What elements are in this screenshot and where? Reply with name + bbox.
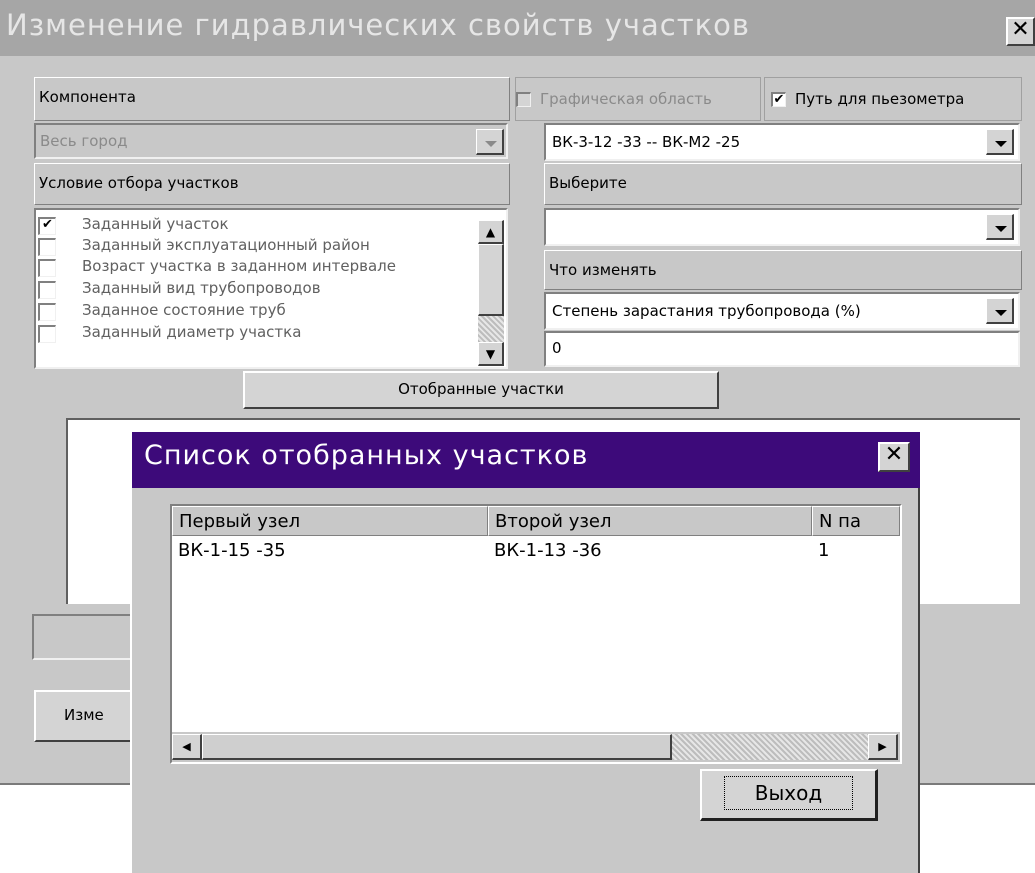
scroll-down-button[interactable]: ▼ (478, 342, 504, 366)
selected-sections-dialog: Список отобранных участков ✕ Первый узел… (130, 432, 920, 873)
dialog-close-button[interactable]: ✕ (878, 442, 910, 472)
main-close-button[interactable]: ✕ (1006, 17, 1035, 46)
graphic-area-checkbox[interactable] (516, 92, 531, 107)
graphic-area-label: Графическая область (540, 90, 712, 108)
condition-label: Заданный диаметр участка (82, 323, 302, 341)
what-to-change-select[interactable]: Степень зарастания трубопровода (%) (544, 292, 1020, 330)
condition-label: Возраст участка в заданном интервале (82, 257, 396, 275)
component-label: Компонента (34, 77, 510, 121)
sections-list[interactable]: Первый узел Второй узел N па ВК-1-15 -35… (170, 504, 902, 764)
what-to-change-label: Что изменять (544, 250, 1022, 290)
conditions-list[interactable]: ✔ Заданный участок Заданный эксплуатацио… (34, 208, 508, 369)
status-field (32, 614, 142, 660)
choose-dropdown-button[interactable] (986, 214, 1014, 240)
condition-checkbox[interactable] (38, 303, 56, 321)
path-select[interactable]: ВК-3-12 -33 -- ВК-М2 -25 (544, 123, 1020, 161)
condition-item[interactable]: Возраст участка в заданном интервале (38, 256, 478, 277)
conditions-scrollbar[interactable]: ▲ ▼ (478, 220, 504, 366)
selected-sections-button[interactable]: Отобранные участки (243, 371, 719, 409)
condition-checkbox[interactable]: ✔ (38, 217, 56, 235)
condition-item[interactable]: Заданное состояние труб (38, 300, 478, 321)
dialog-title: Список отобранных участков (144, 440, 589, 471)
scroll-up-button[interactable]: ▲ (478, 220, 504, 244)
component-select-value: Весь город (40, 132, 128, 150)
cell-first-node: ВК-1-15 -35 (178, 540, 286, 561)
condition-checkbox[interactable] (38, 325, 56, 343)
path-dropdown-button[interactable] (986, 129, 1014, 155)
condition-label: Заданный вид трубопроводов (82, 279, 321, 297)
arrow-up-icon: ▲ (485, 225, 496, 239)
path-select-value: ВК-3-12 -33 -- ВК-М2 -25 (552, 133, 741, 151)
graphic-area-option[interactable]: Графическая область (515, 77, 761, 121)
close-icon: ✕ (1011, 17, 1030, 42)
condition-item[interactable]: Заданный вид трубопроводов (38, 278, 478, 299)
cell-second-node: ВК-1-13 -36 (494, 540, 602, 561)
value-input[interactable]: 0 (544, 331, 1020, 367)
condition-label: Заданный участок (82, 215, 229, 233)
conditions-list-content: ✔ Заданный участок Заданный эксплуатацио… (38, 214, 478, 364)
condition-label: Заданный эксплуатационный район (82, 236, 370, 254)
close-icon: ✕ (884, 442, 904, 467)
main-window-title: Изменение гидравлических свойств участко… (6, 8, 750, 42)
choose-label: Выберите (544, 163, 1022, 205)
change-button[interactable]: Изме (34, 690, 144, 742)
selection-condition-label: Условие отбора участков (34, 163, 510, 205)
arrow-right-icon: ▶ (878, 740, 887, 753)
condition-item[interactable]: ✔ Заданный участок (38, 214, 478, 235)
value-input-text: 0 (552, 339, 562, 357)
scroll-track[interactable] (672, 734, 868, 760)
condition-label: Заданное состояние труб (82, 301, 286, 319)
dialog-titlebar[interactable]: Список отобранных участков ✕ (132, 432, 920, 488)
horizontal-scrollbar[interactable]: ◀ ▶ (172, 732, 900, 762)
scroll-thumb[interactable] (202, 734, 672, 760)
component-select[interactable]: Весь город (34, 123, 508, 159)
scroll-thumb[interactable] (478, 244, 504, 316)
piezometer-path-label: Путь для пьезометра (795, 90, 965, 108)
what-to-change-value: Степень зарастания трубопровода (%) (552, 302, 861, 320)
condition-checkbox[interactable] (38, 238, 56, 256)
arrow-down-icon: ▼ (485, 347, 496, 361)
component-dropdown-button[interactable] (476, 129, 504, 155)
exit-button[interactable]: Выход (700, 769, 878, 821)
choose-select[interactable] (544, 208, 1020, 246)
condition-item[interactable]: Заданный диаметр участка (38, 322, 478, 343)
condition-item[interactable]: Заданный эксплуатационный район (38, 235, 478, 256)
table-row[interactable]: ВК-1-15 -35 ВК-1-13 -36 1 (172, 506, 900, 566)
condition-checkbox[interactable] (38, 259, 56, 277)
scroll-left-button[interactable]: ◀ (172, 734, 202, 760)
condition-checkbox[interactable] (38, 281, 56, 299)
piezometer-path-option[interactable]: ✔ Путь для пьезометра (764, 77, 1022, 121)
scroll-right-button[interactable]: ▶ (868, 734, 898, 760)
what-to-change-dropdown-button[interactable] (986, 298, 1014, 324)
piezometer-path-checkbox[interactable]: ✔ (771, 92, 786, 107)
main-titlebar[interactable]: Изменение гидравлических свойств участко… (0, 0, 1035, 56)
exit-button-label: Выход (723, 776, 854, 810)
cell-n: 1 (818, 540, 830, 561)
arrow-left-icon: ◀ (182, 740, 191, 753)
scroll-track[interactable] (478, 316, 504, 342)
